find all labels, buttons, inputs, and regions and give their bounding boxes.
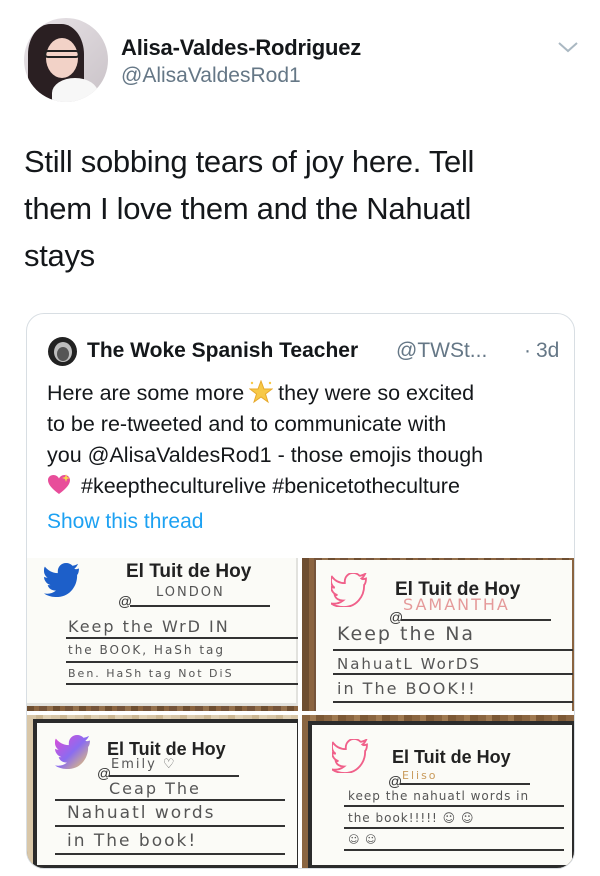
photo-grid: El Tuit de Hoy @ LONDON Keep the WrD IN … xyxy=(27,558,574,868)
card-line-text: NahuatL WorDS xyxy=(337,655,481,673)
glowing-star-emoji-icon xyxy=(249,380,274,404)
card-title: El Tuit de Hoy xyxy=(392,747,511,767)
twitter-bird-icon xyxy=(331,573,367,607)
card-line-text: Nahuatl words xyxy=(67,803,216,823)
card-line-text: the book!!!!! ☺ ☺ xyxy=(348,811,475,825)
quoted-tweet[interactable]: The Woke Spanish Teacher @TWSt... · 3d H… xyxy=(26,313,575,869)
card-line-text: Ben. HaSh tag Not DiS xyxy=(68,667,234,680)
tweet-card: El Tuit de Hoy @ LONDON Keep the WrD IN … xyxy=(27,558,298,706)
photo-3[interactable]: El Tuit de Hoy @ Emily ♡ Ceap The Nahuat… xyxy=(27,715,298,868)
tweet-text: Still sobbing tears of joy here. Tell th… xyxy=(24,138,580,279)
card-line-text: ☺ ☺ xyxy=(348,833,378,846)
tweet-card: El Tuit de Hoy @ Emily ♡ Ceap The Nahuat… xyxy=(33,719,298,868)
twitter-bird-icon xyxy=(332,739,368,773)
card-at: @ xyxy=(118,593,133,609)
quoted-text-segment: Here are some more xyxy=(47,381,245,405)
twitter-bird-icon xyxy=(44,563,79,597)
author-avatar[interactable] xyxy=(24,18,108,102)
card-at: @ xyxy=(388,773,403,789)
quoted-timestamp[interactable]: 3d xyxy=(536,339,559,363)
photo-4[interactable]: El Tuit de Hoy @ Eliso keep the nahuatl … xyxy=(302,715,574,868)
twitter-bird-icon xyxy=(55,735,90,769)
card-title: El Tuit de Hoy xyxy=(126,561,252,582)
quoted-text-line: you @AlisaValdesRod1 - those emojis thou… xyxy=(47,443,484,467)
chevron-down-icon[interactable] xyxy=(556,38,580,56)
tweet-text-line: Still sobbing tears of joy here. Tell xyxy=(24,144,475,179)
card-handle: Eliso xyxy=(402,769,438,782)
author-name[interactable]: Alisa-Valdes-Rodriguez xyxy=(121,35,361,61)
tweet-header: Alisa-Valdes-Rodriguez @AlisaValdesRod1 xyxy=(24,18,584,102)
photo-1[interactable]: El Tuit de Hoy @ LONDON Keep the WrD IN … xyxy=(27,558,298,711)
card-line-text: Keep the Na xyxy=(337,623,476,645)
hashtags[interactable]: #keeptheculturelive #benicetotheculture xyxy=(81,474,460,498)
card-line-text: in The BOOK!! xyxy=(337,679,477,698)
quoted-author-name[interactable]: The Woke Spanish Teacher xyxy=(87,339,358,363)
tweet-card: El Tuit de Hoy @ SAMANTHA Keep the Na Na… xyxy=(316,560,573,711)
card-handle: SAMANTHA xyxy=(403,595,510,614)
quoted-author-handle[interactable]: @TWSt... xyxy=(396,339,487,363)
quoted-author-avatar[interactable] xyxy=(48,337,77,366)
quoted-tweet-text: Here are some more they were so excited … xyxy=(47,378,567,502)
tweet-text-line: them I love them and the Nahuatl xyxy=(24,191,472,226)
dot-separator: · xyxy=(524,339,531,362)
card-line-text: Ceap The xyxy=(109,779,201,798)
card-line-text: the BOOK, HaSh tag xyxy=(68,643,226,657)
card-handle: LONDON xyxy=(156,585,225,600)
card-line-text: keep the nahuatl words in xyxy=(348,789,530,803)
author-handle[interactable]: @AlisaValdesRod1 xyxy=(121,64,301,88)
card-line-text: in The book! xyxy=(67,831,198,851)
tweet-text-line: stays xyxy=(24,238,95,273)
tweet-card: El Tuit de Hoy @ Eliso keep the nahuatl … xyxy=(308,721,574,868)
card-handle: Emily ♡ xyxy=(111,757,177,772)
show-thread-link[interactable]: Show this thread xyxy=(47,510,203,534)
quoted-text-line: to be re-tweeted and to communicate with xyxy=(47,412,447,436)
quoted-text-segment: they were so excited xyxy=(278,381,475,405)
photo-2[interactable]: El Tuit de Hoy @ SAMANTHA Keep the Na Na… xyxy=(302,558,574,711)
sparkling-heart-emoji-icon xyxy=(48,474,70,494)
card-line-text: Keep the WrD IN xyxy=(68,617,230,636)
